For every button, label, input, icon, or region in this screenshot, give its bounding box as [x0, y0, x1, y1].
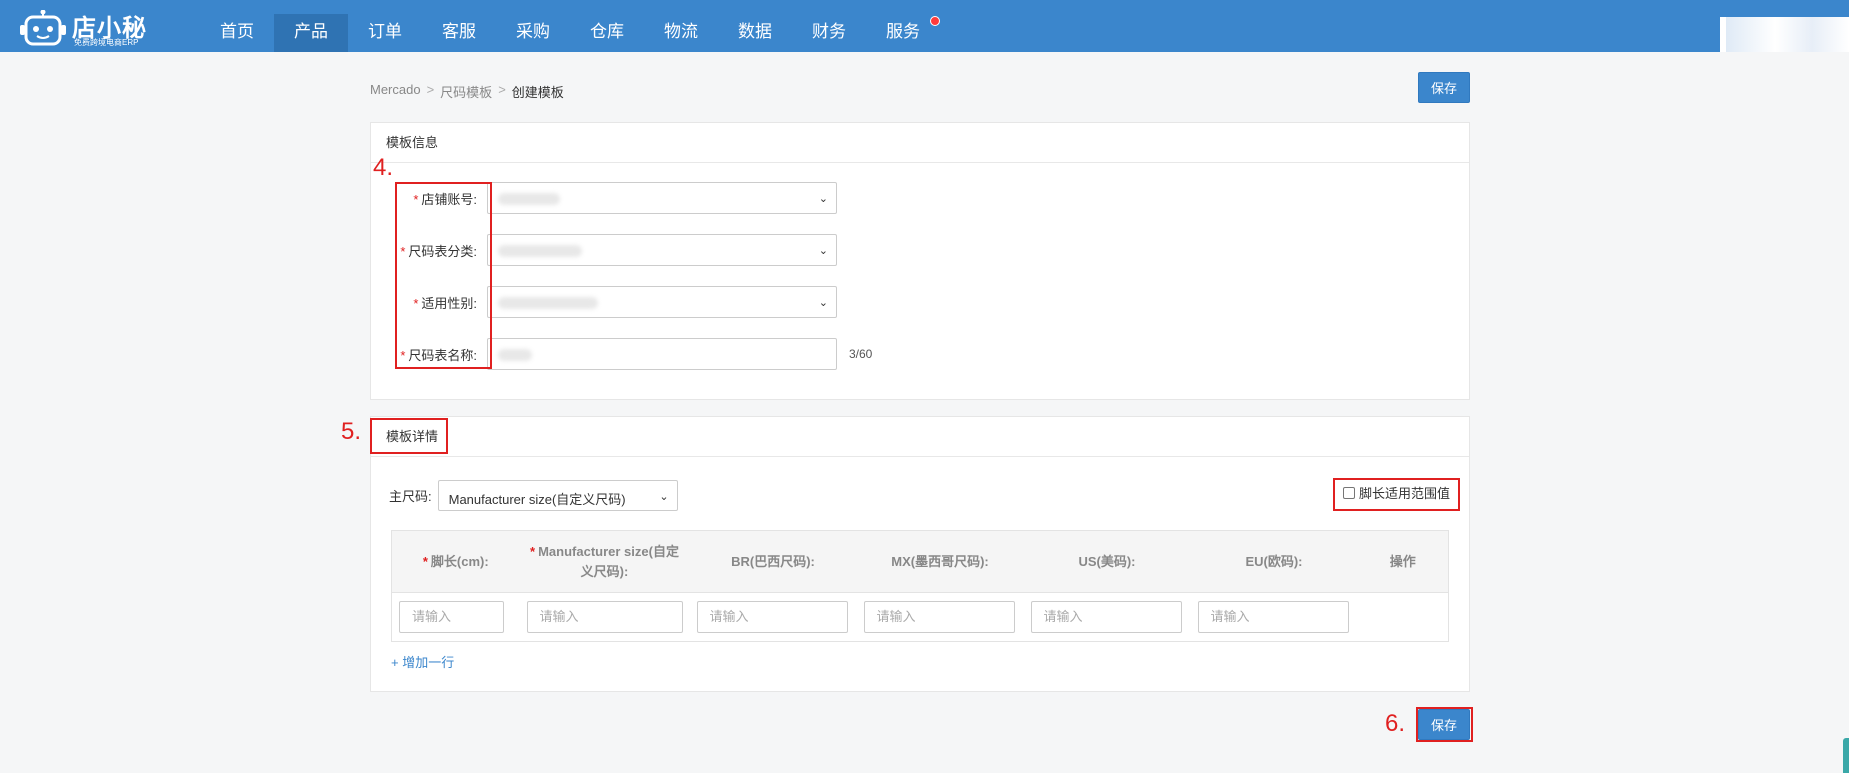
col-actions: 操作 [1357, 530, 1449, 593]
template-info-title: 模板信息 [371, 123, 1469, 163]
template-info-panel: 模板信息 * 店铺账号: ⌄ * 尺码表分类: ⌄ * 适用性别: ⌄ * 尺码表名称:… [370, 122, 1470, 400]
blurred-value [498, 245, 582, 257]
mx-size-input[interactable]: 请输入 [863, 601, 1015, 633]
user-account-box[interactable] [1720, 17, 1849, 52]
foot-length-input[interactable]: 请输入 [399, 601, 504, 633]
chevron-down-icon: ⌄ [818, 193, 828, 205]
col-mx-size: MX(墨西哥尺码): [856, 530, 1024, 593]
nav-item-data[interactable]: 数据 [718, 14, 792, 52]
size-chart-name-input[interactable] [487, 338, 837, 370]
robot-logo-icon [20, 10, 66, 46]
main-size-label: 主尺码: [389, 489, 432, 504]
breadcrumb-item-size-templates[interactable]: 尺码模板 [440, 82, 492, 101]
brand-slogan: 免费跨境电商ERP [74, 38, 139, 47]
eu-size-input[interactable]: 请输入 [1197, 601, 1349, 633]
main-size-select[interactable]: Manufacturer size(自定义尺码) ⌄ [437, 480, 678, 511]
top-nav-bar: 店小秘 免费跨境电商ERP 首页 产品 订单 客服 采购 仓库 物流 数据 财务… [0, 0, 1849, 52]
nav-item-home[interactable]: 首页 [200, 14, 274, 52]
nav-item-products[interactable]: 产品 [274, 14, 348, 52]
size-table: * 脚长(cm): * Manufacturer size(自定 义尺码): BR(巴… [391, 530, 1449, 642]
us-size-input[interactable]: 请输入 [1030, 601, 1182, 633]
nav-item-logistics[interactable]: 物流 [644, 14, 718, 52]
annotation-box-foot-range [1333, 478, 1460, 511]
main-nav: 首页 产品 订单 客服 采购 仓库 物流 数据 财务 服务 [200, 14, 940, 52]
floating-widget-tab[interactable] [1843, 738, 1849, 773]
add-row-link[interactable]: + 增加一行 [391, 652, 454, 671]
template-details-panel: 模板详情 主尺码: Manufacturer size(自定义尺码) ⌄ 脚长适… [370, 416, 1470, 692]
chevron-down-icon: ⌄ [818, 297, 828, 309]
table-row: 请输入 请输入 请输入 请输入 请输入 请输入 [392, 593, 1449, 642]
nav-item-services[interactable]: 服务 [866, 14, 940, 52]
breadcrumb: Mercado > 尺码模板 > 创建模板 [370, 82, 564, 101]
nav-item-purchasing[interactable]: 采购 [496, 14, 570, 52]
shop-account-select[interactable]: ⌄ [487, 182, 837, 214]
breadcrumb-item-create-template: 创建模板 [511, 85, 564, 100]
br-size-input[interactable]: 请输入 [696, 601, 848, 633]
row-actions-cell [1358, 593, 1449, 642]
col-br-size: BR(巴西尺码): [689, 530, 857, 593]
col-us-size: US(美码): [1023, 530, 1191, 593]
template-details-title: 模板详情 [371, 417, 1469, 457]
nav-item-warehouse[interactable]: 仓库 [570, 14, 644, 52]
table-header-row: * 脚长(cm): * Manufacturer size(自定 义尺码): BR(巴… [391, 530, 1449, 593]
nav-item-finance[interactable]: 财务 [792, 14, 866, 52]
annotation-box-form-fields [395, 182, 492, 369]
breadcrumb-item-mercado[interactable]: Mercado [370, 82, 421, 101]
annotation-step-4: 4. [373, 154, 394, 181]
chevron-down-icon: ⌄ [818, 245, 828, 257]
nav-item-orders[interactable]: 订单 [348, 14, 422, 52]
blurred-value [498, 297, 598, 309]
save-button-top[interactable]: 保存 [1418, 72, 1470, 103]
breadcrumb-separator: > [426, 82, 435, 97]
annotation-step-5: 5. [341, 418, 362, 445]
col-manufacturer-size: * Manufacturer size(自定 义尺码): [519, 530, 690, 593]
annotation-box-details-title [370, 418, 448, 454]
blurred-value [498, 193, 560, 205]
notification-dot-icon [930, 16, 940, 26]
annotation-step-6: 6. [1385, 710, 1406, 737]
nav-item-customer-service[interactable]: 客服 [422, 14, 496, 52]
gender-select[interactable]: ⌄ [487, 286, 837, 318]
annotation-box-save [1416, 707, 1473, 742]
blurred-value [498, 349, 532, 361]
main-size-row: 主尺码: Manufacturer size(自定义尺码) ⌄ [389, 480, 678, 511]
manufacturer-size-input[interactable]: 请输入 [526, 601, 683, 633]
chevron-down-icon: ⌄ [659, 491, 669, 503]
app-logo[interactable]: 店小秘 免费跨境电商ERP [18, 4, 158, 48]
breadcrumb-separator: > [498, 82, 506, 97]
main-size-value: Manufacturer size(自定义尺码) [448, 492, 626, 507]
col-foot-length: * 脚长(cm): [391, 530, 520, 593]
col-eu-size: EU(欧码): [1190, 530, 1358, 593]
char-counter: 3/60 [849, 347, 873, 361]
nav-item-services-label: 服务 [886, 22, 920, 41]
size-category-select[interactable]: ⌄ [487, 234, 837, 266]
